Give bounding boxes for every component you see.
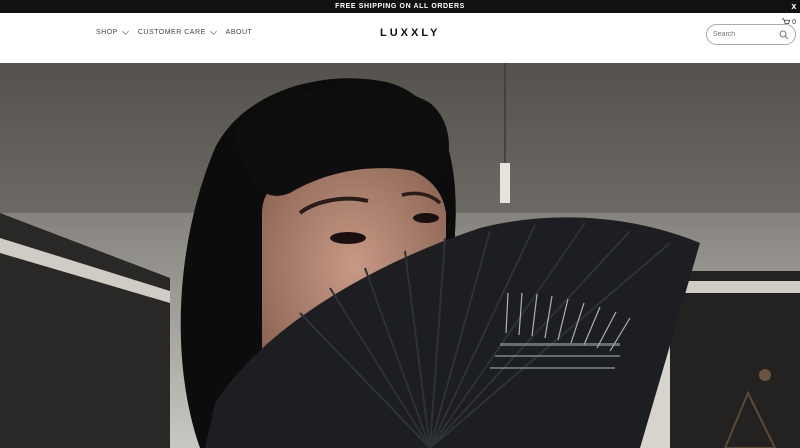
nav-customer-care[interactable]: CUSTOMER CARE — [137, 27, 217, 36]
announcement-bar: FREE SHIPPING ON ALL ORDERS x — [0, 0, 800, 13]
hero-photo — [0, 63, 800, 448]
main-nav: SHOP CUSTOMER CARE ABOUT — [96, 27, 253, 36]
cart-count: 0 — [792, 19, 796, 26]
close-icon[interactable]: x — [791, 1, 797, 12]
search-box[interactable] — [706, 24, 796, 45]
announcement-text: FREE SHIPPING ON ALL ORDERS — [335, 3, 465, 10]
nav-shop-label: SHOP — [96, 29, 118, 36]
nav-shop[interactable]: SHOP — [96, 27, 129, 36]
search-input[interactable] — [713, 31, 775, 38]
nav-about-label: ABOUT — [225, 29, 253, 36]
site-logo[interactable]: LUXXLY — [380, 27, 440, 39]
hero-image — [0, 63, 800, 448]
search-icon[interactable] — [779, 30, 789, 40]
chevron-down-icon — [121, 27, 129, 35]
nav-about[interactable]: ABOUT — [226, 29, 253, 36]
nav-customer-care-label: CUSTOMER CARE — [137, 29, 206, 36]
chevron-down-icon — [209, 27, 217, 35]
